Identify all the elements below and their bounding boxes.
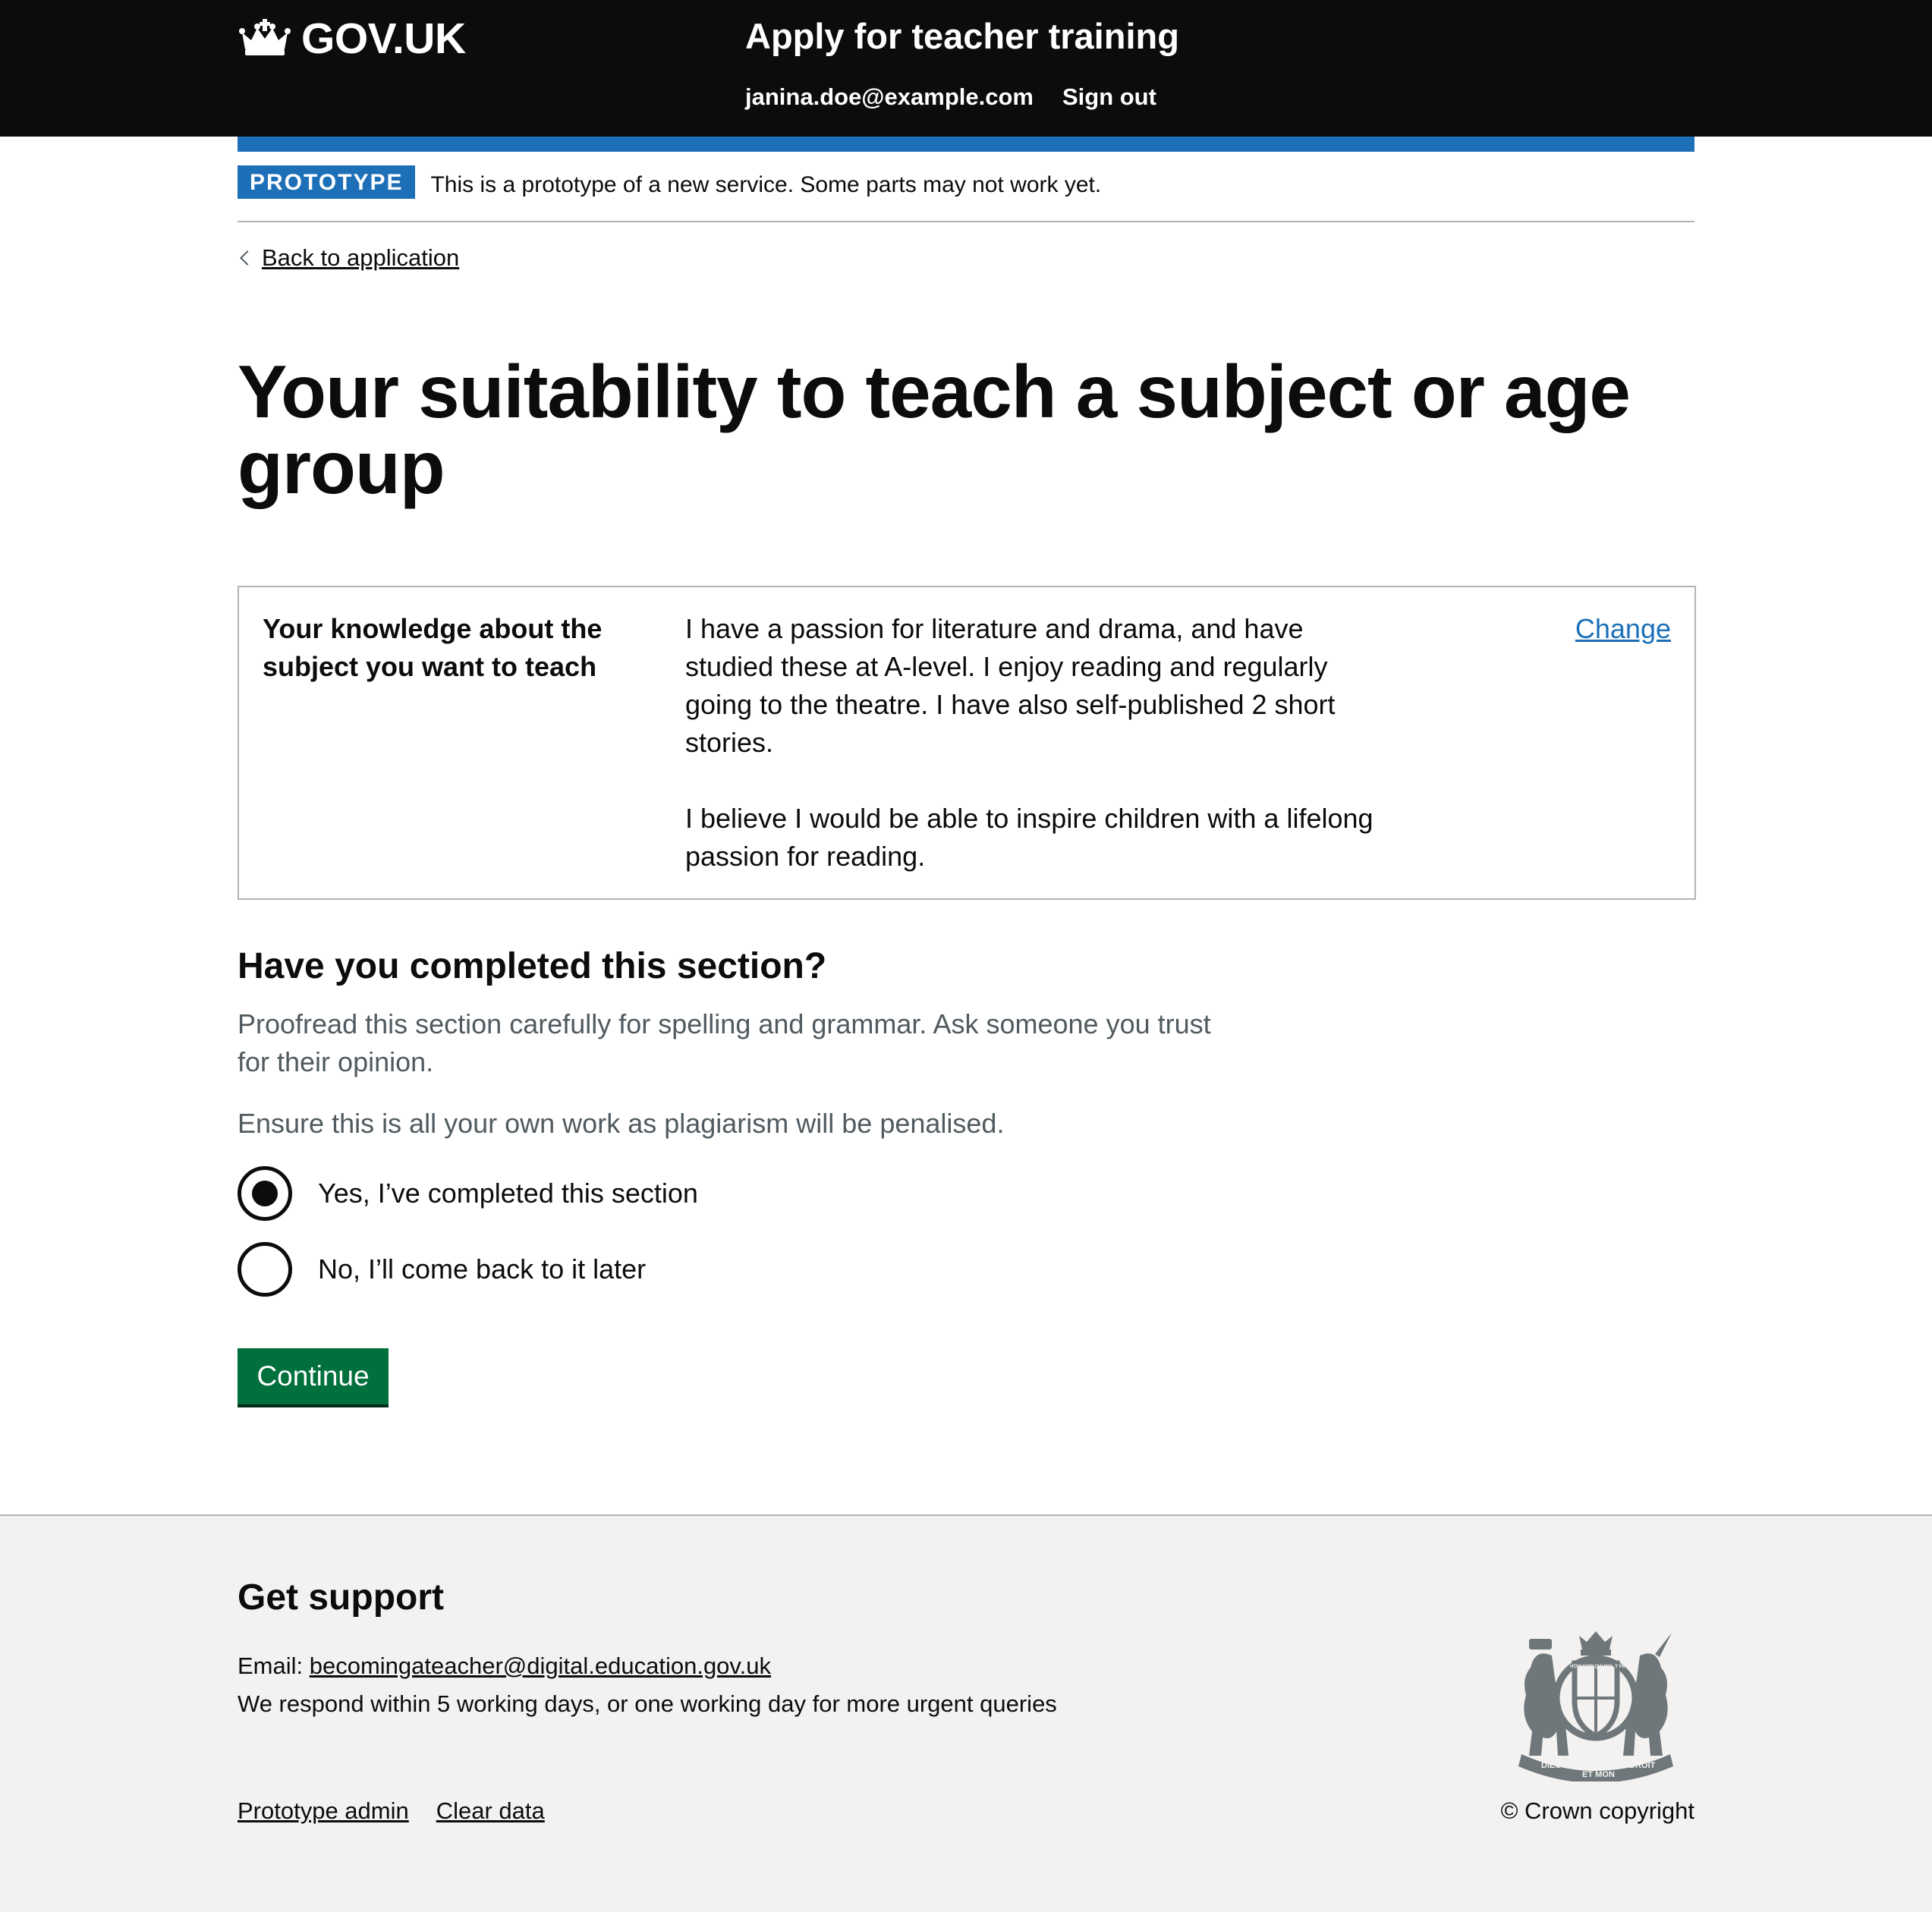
summary-key: Your knowledge about the subject you wan… [263, 613, 603, 682]
site-footer: Get support Email: becomingateacher@digi… [0, 1514, 1932, 1912]
phase-banner: PROTOTYPE This is a prototype of a new s… [238, 165, 1694, 222]
footer-heading: Get support [238, 1577, 444, 1618]
page-title: Your suitability to teach a subject or a… [238, 350, 1631, 509]
crest-motto-text: DROIT [1629, 1761, 1656, 1770]
logo-text: GOV.UK [301, 14, 466, 63]
summary-value: I have a passion for literature and dram… [685, 610, 1391, 914]
change-link[interactable]: Change [1575, 613, 1671, 644]
sign-out-link[interactable]: Sign out [1062, 83, 1156, 111]
response-time-text: We respond within 5 working days, or one… [238, 1690, 1057, 1717]
crown-icon [239, 19, 291, 55]
hint-text: Proofread this section carefully for spe… [238, 1008, 1211, 1077]
clear-data-link[interactable]: Clear data [436, 1797, 545, 1825]
chevron-left-icon [240, 250, 255, 266]
phase-tag: PROTOTYPE [238, 165, 416, 199]
continue-button[interactable]: Continue [238, 1348, 389, 1404]
copyright-text[interactable]: © Crown copyright [1501, 1797, 1694, 1825]
support-email-link[interactable]: becomingateacher@digital.education.gov.u… [310, 1653, 771, 1679]
radio-label-yes[interactable]: Yes, I’ve completed this section [318, 1178, 698, 1209]
radio-option-yes[interactable]: Yes, I’ve completed this section [238, 1166, 698, 1221]
site-header: GOV.UK Apply for teacher training janina… [0, 0, 1932, 137]
radio-input-yes[interactable] [238, 1166, 292, 1221]
prototype-admin-link[interactable]: Prototype admin [238, 1797, 409, 1825]
back-link-text[interactable]: Back to application [262, 244, 459, 272]
govuk-logo[interactable]: GOV.UK [238, 14, 466, 64]
radio-option-no[interactable]: No, I’ll come back to it later [238, 1242, 646, 1297]
hint-text: Ensure this is all your own work as plag… [238, 1108, 1005, 1139]
completion-heading: Have you completed this section? [238, 946, 827, 986]
user-email-link[interactable]: janina.doe@example.com [745, 83, 1034, 111]
header-blue-bar [238, 137, 1694, 152]
summary-action: Change [1575, 610, 1671, 648]
footer-links: Prototype admin Clear data [238, 1797, 545, 1825]
back-link[interactable]: Back to application [238, 244, 459, 272]
footer-email-line: Email: becomingateacher@digital.educatio… [238, 1653, 771, 1680]
summary-list: Your knowledge about the subject you wan… [238, 586, 1696, 900]
header-navigation: janina.doe@example.com Sign out [745, 83, 1156, 111]
crest-motto-text: DIEU [1541, 1761, 1561, 1770]
radio-label-no[interactable]: No, I’ll come back to it later [318, 1253, 646, 1285]
radio-input-no[interactable] [238, 1242, 292, 1297]
service-name[interactable]: Apply for teacher training [745, 15, 1179, 57]
phase-text: This is a prototype of a new service. So… [430, 172, 1102, 197]
email-label: Email: [238, 1653, 310, 1679]
crest-garter-text: HONI SOIT QUI MAL Y PENSE [1570, 1665, 1635, 1669]
summary-value-paragraph: I have a passion for literature and dram… [685, 613, 1336, 758]
royal-coat-of-arms-icon: DIEU ET MON DROIT HONI SOIT QUI MAL Y PE… [1518, 1631, 1673, 1781]
summary-value-paragraph: I believe I would be able to inspire chi… [685, 803, 1373, 872]
crest-motto-text: ET MON [1582, 1770, 1615, 1779]
